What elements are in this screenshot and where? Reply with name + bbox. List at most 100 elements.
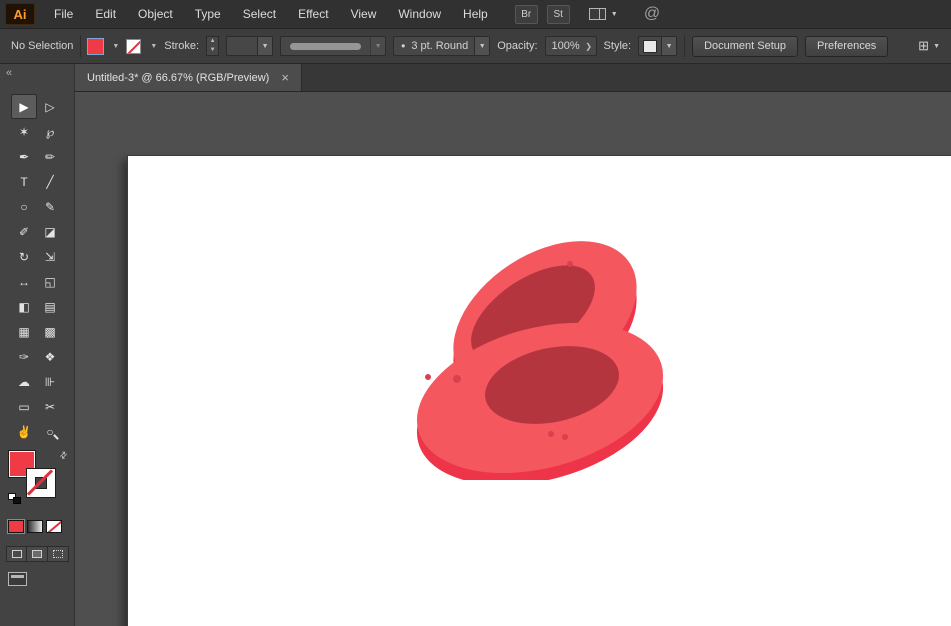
ellipse-tool[interactable]: ○ [11,194,37,219]
color-button[interactable] [8,520,24,533]
none-button[interactable] [46,520,62,533]
menu-bar: Ai File Edit Object Type Select Effect V… [0,0,951,29]
draw-inside-button[interactable] [48,546,69,562]
chevron-down-icon: ▼ [933,43,940,50]
chevron-down-icon[interactable]: ▼ [474,37,489,55]
draw-normal-icon [12,550,22,558]
opacity-field[interactable]: 100% ❯ [545,36,597,56]
seed-dot[interactable] [567,261,573,267]
artboard-tool[interactable]: ▭ [11,394,37,419]
illustrator-logo[interactable]: Ai [5,3,35,25]
slice-tool[interactable]: ✂ [37,394,63,419]
menu-object[interactable]: Object [127,0,184,29]
eraser-tool[interactable]: ◪ [37,219,63,244]
brush-preview-dot: • [394,39,405,53]
draw-inside-icon [53,550,63,558]
style-label: Style: [604,40,632,52]
menu-help[interactable]: Help [452,0,499,29]
gradient-button[interactable] [27,520,43,533]
collapse-panel-icon[interactable]: « [6,67,10,79]
close-icon[interactable]: × [281,71,289,84]
pen-tool[interactable]: ✒ [11,144,37,169]
seed-dot[interactable] [453,375,461,383]
curvature-tool[interactable]: ✏ [37,144,63,169]
menu-view[interactable]: View [340,0,388,29]
seed-dot[interactable] [562,434,568,440]
color-type-buttons [8,520,62,533]
tools-grid: ▶ ▷ ✶ ℘ ✒ ✏ T ╱ ○ ✎ ✐ ◪ ↻ ⇲ ↔ ◱ ◧ ▤ ▦ ▩ … [11,94,63,444]
default-fill-stroke-icon[interactable] [8,493,21,504]
stroke-weight-dropdown[interactable]: ▼ [226,36,273,56]
stroke-weight-stepper[interactable]: ▲ ▼ [206,36,219,56]
zoom-tool[interactable]: ○ [37,419,63,444]
chevron-down-icon[interactable]: ▼ [370,37,385,55]
chevron-down-icon[interactable]: ▼ [112,43,119,50]
document-tab-bar: Untitled-3* @ 66.67% (RGB/Preview) × [75,64,951,92]
chevron-down-icon[interactable]: ▼ [257,37,272,55]
scale-tool[interactable]: ⇲ [37,244,63,269]
eyedropper-tool[interactable]: ✑ [11,344,37,369]
lasso-tool[interactable]: ℘ [37,119,63,144]
width-profile-dropdown[interactable]: ▼ [280,36,386,56]
artwork[interactable] [400,240,680,480]
magic-wand-tool[interactable]: ✶ [11,119,37,144]
menu-select[interactable]: Select [232,0,287,29]
direct-selection-tool[interactable]: ▷ [37,94,63,119]
align-icon: ⊞ [918,38,929,54]
type-tool[interactable]: T [11,169,37,194]
preferences-button[interactable]: Preferences [805,36,888,57]
swap-fill-stroke-icon[interactable]: ⇄ [58,449,71,462]
style-dropdown[interactable]: ▼ [638,36,677,56]
bridge-button[interactable]: Br [515,5,538,24]
stepper-down-icon[interactable]: ▼ [207,46,218,55]
document-setup-button[interactable]: Document Setup [692,36,798,57]
chevron-down-icon[interactable]: ▼ [150,43,157,50]
hand-tool[interactable]: ✌ [11,419,37,444]
selection-tool[interactable]: ▶ [11,94,37,119]
pencil-tool[interactable]: ✐ [11,219,37,244]
draw-normal-button[interactable] [6,546,27,562]
draw-behind-button[interactable] [27,546,48,562]
workspace-icon [589,8,606,20]
mesh-tool[interactable]: ▦ [11,319,37,344]
align-options-button[interactable]: ⊞ ▼ [918,38,940,54]
width-tool[interactable]: ↔ [11,269,37,294]
menu-file[interactable]: File [43,0,84,29]
fill-color-swatch[interactable] [88,39,103,54]
free-transform-tool[interactable]: ◱ [37,269,63,294]
paintbrush-tool[interactable]: ✎ [37,194,63,219]
tools-panel: « ▶ ▷ ✶ ℘ ✒ ✏ T ╱ ○ ✎ ✐ ◪ ↻ ⇲ ↔ ◱ ◧ ▤ ▦ … [0,64,75,626]
document-tab[interactable]: Untitled-3* @ 66.67% (RGB/Preview) × [75,64,302,91]
shape-builder-tool[interactable]: ◧ [11,294,37,319]
selection-status: No Selection [11,40,73,52]
menu-edit[interactable]: Edit [84,0,127,29]
separator [80,35,81,57]
chevron-down-icon[interactable]: ▼ [661,37,676,55]
canvas-area[interactable] [75,92,951,626]
brush-definition-dropdown[interactable]: • 3 pt. Round ▼ [393,36,490,56]
blend-tool[interactable]: ❖ [37,344,63,369]
document-tab-title: Untitled-3* @ 66.67% (RGB/Preview) [87,72,269,84]
menu-type[interactable]: Type [184,0,232,29]
perspective-grid-tool[interactable]: ▤ [37,294,63,319]
gradient-tool[interactable]: ▩ [37,319,63,344]
stepper-up-icon[interactable]: ▲ [207,37,218,46]
menu-window[interactable]: Window [387,0,452,29]
shell-icon[interactable]: @ [644,5,660,23]
stroke-swatch[interactable] [27,469,55,497]
artboard[interactable] [127,155,951,626]
panel-arrow-icon[interactable]: ❯ [582,37,596,55]
line-segment-tool[interactable]: ╱ [37,169,63,194]
stock-button[interactable]: St [547,5,570,24]
opacity-value[interactable]: 100% [546,40,582,52]
symbol-sprayer-tool[interactable]: ☁ [11,369,37,394]
rotate-tool[interactable]: ↻ [11,244,37,269]
column-graph-tool[interactable]: ⊪ [37,369,63,394]
seed-dot[interactable] [548,431,554,437]
workspace-switcher[interactable]: ▼ [589,8,618,20]
screen-mode-button[interactable] [8,572,27,586]
seed-dot[interactable] [425,374,431,380]
stroke-color-swatch[interactable] [126,39,141,54]
opacity-label: Opacity: [497,40,537,52]
menu-effect[interactable]: Effect [287,0,339,29]
